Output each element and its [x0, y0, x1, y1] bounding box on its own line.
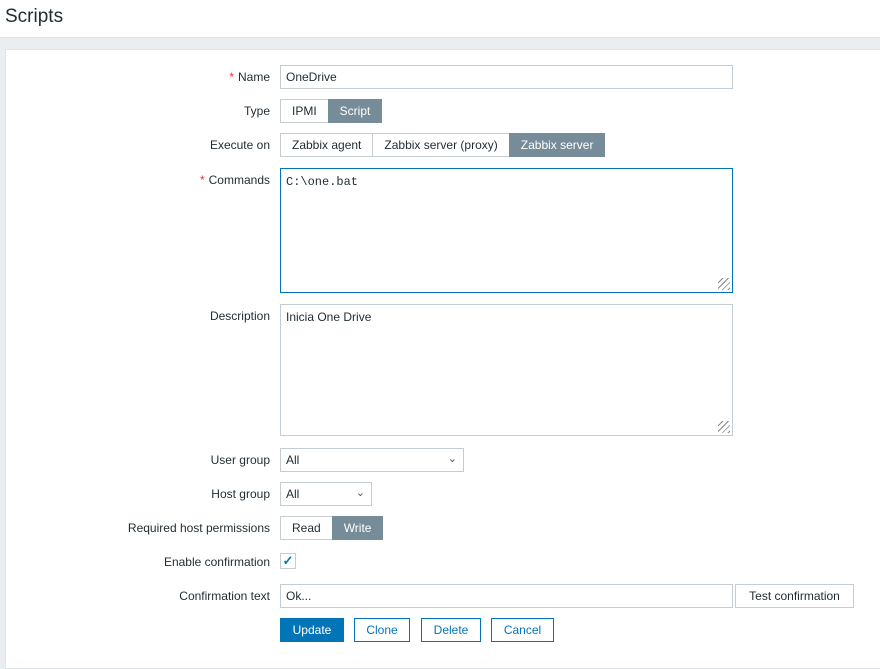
host-group-label: Host group	[211, 487, 270, 501]
host-group-value: All	[286, 487, 300, 501]
user-group-select[interactable]: All ⌄	[280, 448, 464, 472]
type-script[interactable]: Script	[327, 99, 383, 123]
description-textarea[interactable]: Inicia One Drive	[280, 304, 733, 436]
page-header: Scripts	[0, 0, 880, 38]
resize-handle-icon[interactable]	[718, 421, 730, 433]
host-group-select[interactable]: All ⌄	[280, 482, 372, 506]
type-segmented: IPMI Script	[280, 99, 383, 123]
cancel-button[interactable]: Cancel	[491, 618, 554, 642]
execute-zabbix-agent[interactable]: Zabbix agent	[280, 133, 374, 157]
name-input[interactable]: OneDrive	[280, 65, 733, 89]
delete-button[interactable]: Delete	[421, 618, 481, 642]
resize-handle-icon[interactable]	[718, 278, 730, 290]
permissions-label: Required host permissions	[127, 521, 270, 535]
update-button[interactable]: Update	[280, 618, 344, 642]
required-mark: *	[229, 70, 234, 84]
confirmation-text-label: Confirmation text	[179, 589, 270, 603]
clone-button[interactable]: Clone	[354, 618, 410, 642]
enable-confirmation-label: Enable confirmation	[163, 555, 270, 569]
chevron-down-icon: ⌄	[447, 453, 457, 465]
execute-zabbix-proxy[interactable]: Zabbix server (proxy)	[372, 133, 510, 157]
required-mark: *	[199, 173, 205, 187]
test-confirmation-button[interactable]: Test confirmation	[735, 584, 854, 608]
permission-write[interactable]: Write	[331, 516, 384, 540]
user-group-label: User group	[210, 453, 270, 467]
commands-label-text: Commands	[208, 173, 270, 187]
chevron-down-icon: ⌄	[355, 487, 365, 499]
name-label: * Name	[229, 70, 270, 84]
permissions-segmented: Read Write	[280, 516, 384, 540]
execute-on-label: Execute on	[209, 138, 270, 152]
checkmark-icon: ✓	[282, 553, 294, 568]
execute-zabbix-server[interactable]: Zabbix server	[508, 133, 606, 157]
execute-on-segmented: Zabbix agent Zabbix server (proxy) Zabbi…	[280, 133, 606, 157]
commands-value: C:\one.bat	[286, 175, 359, 189]
type-ipmi[interactable]: IPMI	[280, 99, 329, 123]
page-title: Scripts	[5, 6, 64, 27]
type-label: Type	[243, 104, 270, 118]
user-group-value: All	[286, 453, 300, 467]
commands-label: * Commands	[200, 173, 270, 187]
name-label-text: Name	[237, 70, 270, 84]
enable-confirmation-checkbox[interactable]: ✓	[280, 553, 296, 569]
commands-textarea[interactable]: C:\one.bat	[280, 168, 733, 293]
confirmation-text-input[interactable]: Ok...	[280, 584, 733, 608]
permission-read[interactable]: Read	[280, 516, 333, 540]
description-value: Inicia One Drive	[286, 310, 372, 324]
description-label: Description	[209, 309, 270, 323]
